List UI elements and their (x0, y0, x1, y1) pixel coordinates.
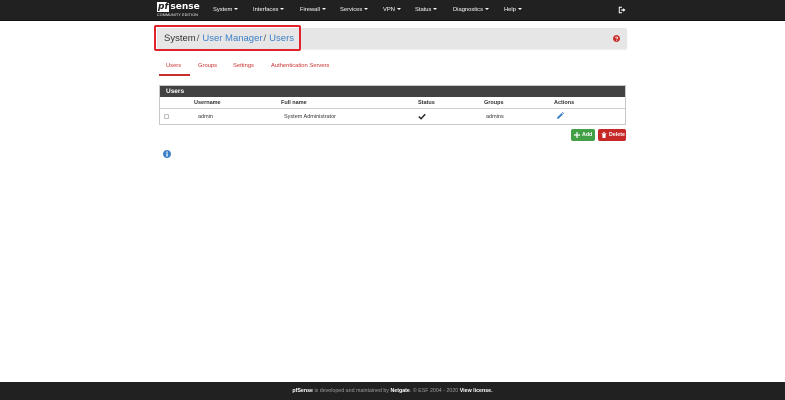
delete-button-label: Delete (609, 132, 625, 138)
nav-services[interactable]: Services (340, 6, 369, 14)
caret-down-icon (396, 8, 401, 11)
tab-authentication-servers[interactable]: Authentication Servers (271, 62, 329, 70)
logout-icon[interactable] (618, 6, 626, 14)
caret-down-icon (364, 8, 369, 11)
footer: pfSense is developed and maintained by N… (0, 382, 785, 400)
caret-down-icon (484, 8, 489, 11)
column-header-username: Username (194, 100, 221, 106)
caret-down-icon (433, 8, 438, 11)
footer-copyright: . © ESF 2004 - 2020 (409, 388, 460, 394)
column-header-status: Status (418, 100, 435, 106)
breadcrumb-highlight (154, 25, 301, 51)
active-tab-underline (159, 74, 190, 76)
add-button[interactable]: Add (571, 129, 595, 141)
pencil-icon[interactable] (556, 112, 564, 120)
nav-system[interactable]: System (213, 6, 239, 14)
footer-license-link[interactable]: View license. (460, 388, 493, 394)
tab-bar: Users Groups Settings Authentication Ser… (159, 60, 629, 76)
nav-vpn[interactable]: VPN (383, 6, 401, 14)
header-divider (160, 108, 625, 109)
nav-diagnostics[interactable]: Diagnostics (453, 6, 489, 14)
column-header-groups: Groups (484, 100, 504, 106)
panel-title: Users (160, 86, 625, 97)
cell-username: admin (198, 114, 213, 120)
tab-settings[interactable]: Settings (233, 62, 254, 70)
trash-icon (601, 132, 607, 138)
delete-button[interactable]: Delete (598, 129, 626, 141)
caret-down-icon (234, 8, 239, 11)
tab-groups[interactable]: Groups (198, 62, 217, 70)
footer-text: is developed and maintained by (312, 388, 391, 394)
cell-groups: admins (486, 114, 504, 120)
caret-down-icon (280, 8, 285, 11)
users-panel: Users Username Full name Status Groups A… (159, 85, 626, 125)
check-icon (418, 113, 426, 120)
info-icon[interactable] (163, 150, 171, 158)
caret-down-icon (321, 8, 326, 11)
top-navbar: pf sense COMMUNITY EDITION System Interf… (0, 0, 785, 21)
tab-users[interactable]: Users (166, 62, 181, 70)
column-header-actions: Actions (554, 100, 575, 106)
plus-icon (574, 132, 580, 138)
footer-brand: pfSense (292, 388, 313, 394)
help-icon[interactable] (613, 35, 620, 42)
nav-interfaces[interactable]: Interfaces (253, 6, 285, 14)
add-button-label: Add (582, 132, 593, 138)
nav-firewall[interactable]: Firewall (300, 6, 326, 14)
nav-menu: System Interfaces Firewall Services VPN … (0, 0, 785, 21)
footer-netgate-link[interactable]: Netgate (390, 388, 409, 394)
caret-down-icon (517, 8, 522, 11)
nav-status[interactable]: Status (415, 6, 438, 14)
nav-help[interactable]: Help (504, 6, 522, 14)
row-checkbox[interactable] (164, 114, 169, 119)
cell-full-name: System Administrator (284, 114, 336, 120)
column-header-full-name: Full name (281, 100, 307, 106)
